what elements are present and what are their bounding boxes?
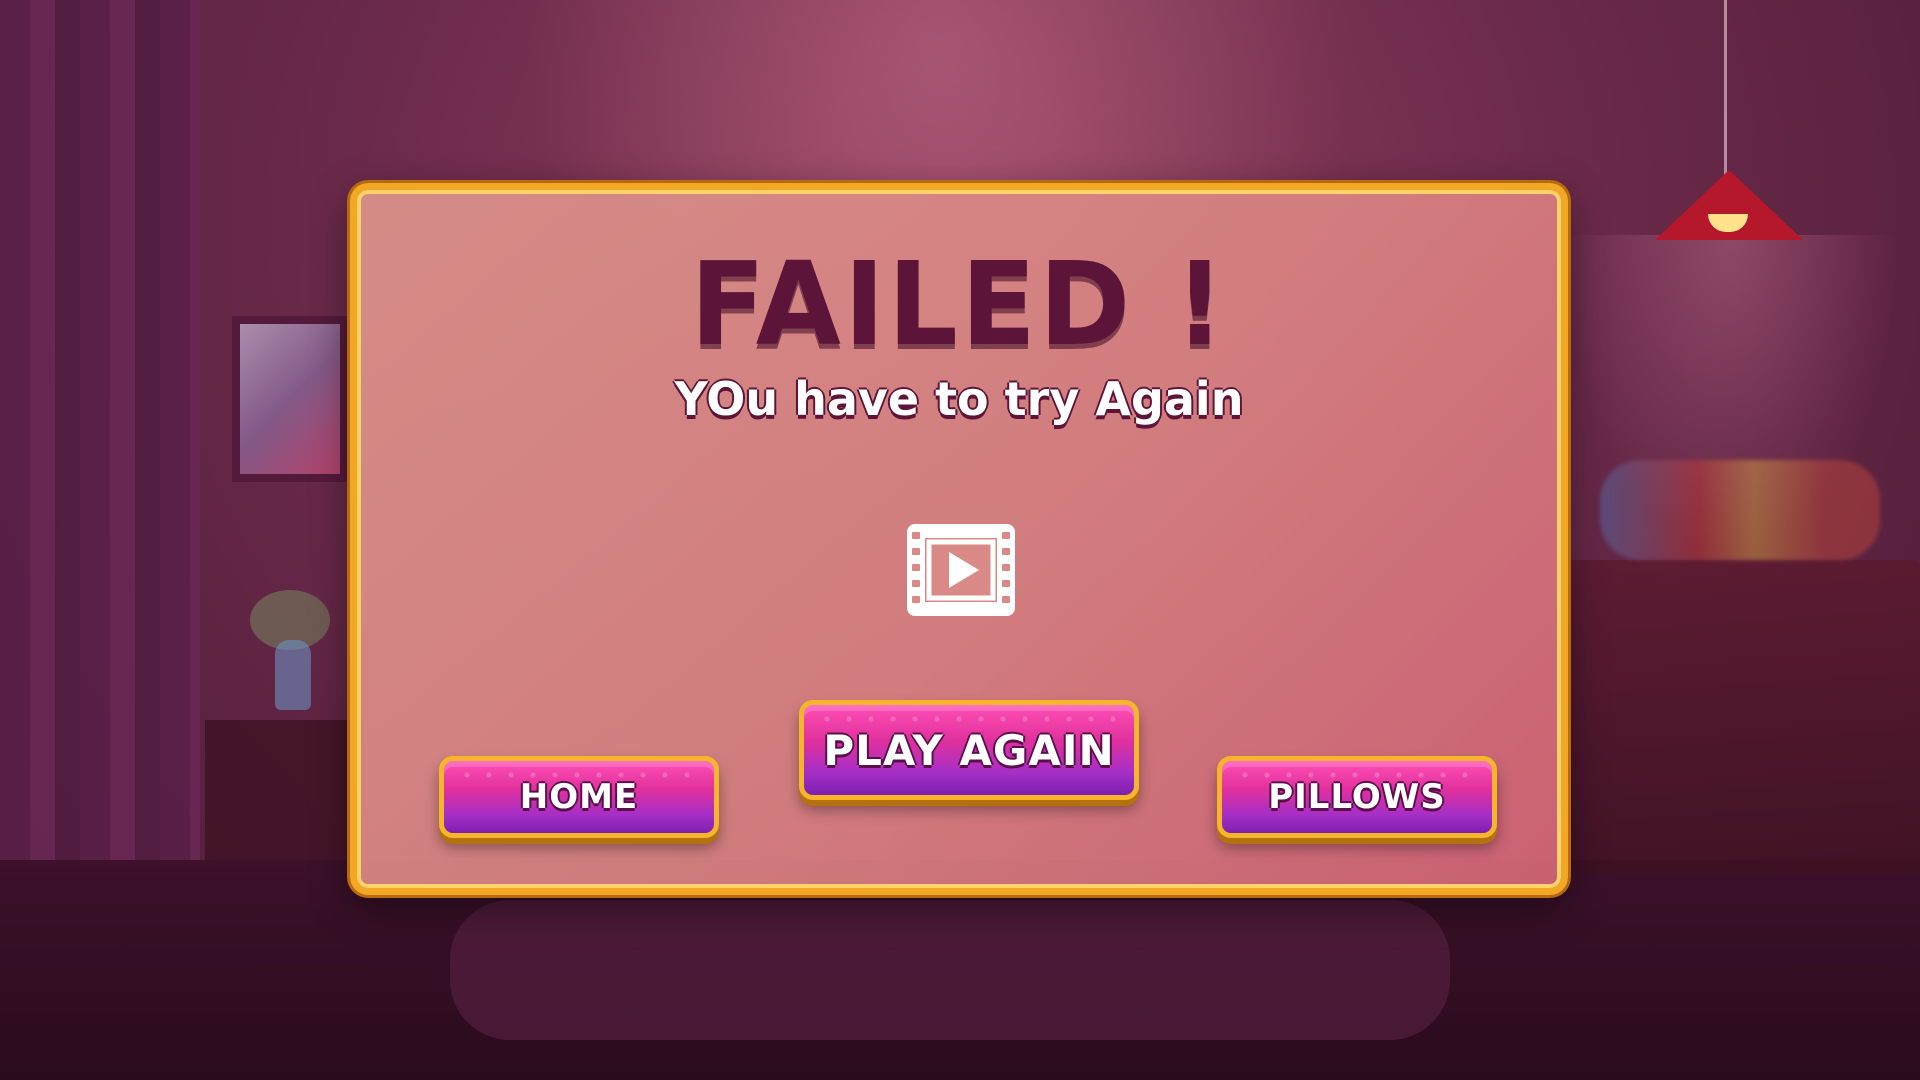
play-again-button[interactable]: PLAY AGAIN (799, 700, 1139, 800)
dialog-title: FAILED ! (690, 236, 1228, 372)
lamp-glow (1560, 235, 1900, 555)
lamp-cord (1724, 0, 1727, 175)
dresser (1560, 560, 1920, 870)
bed (450, 900, 1450, 1040)
play-again-button-label: PLAY AGAIN (823, 725, 1115, 775)
picture-frame (232, 316, 348, 482)
nightstand (205, 720, 365, 860)
vase (275, 640, 311, 710)
home-button[interactable]: HOME (439, 756, 719, 838)
dialog-subtitle: YOu have to try Again (674, 372, 1244, 426)
video-play-icon[interactable] (905, 520, 1017, 620)
home-button-label: HOME (519, 777, 639, 817)
pillows-button-label: PILLOWS (1268, 777, 1446, 817)
pillows-button[interactable]: PILLOWS (1217, 756, 1497, 838)
failed-dialog: FAILED ! YOu have to try Again HOME PLAY… (350, 183, 1568, 895)
